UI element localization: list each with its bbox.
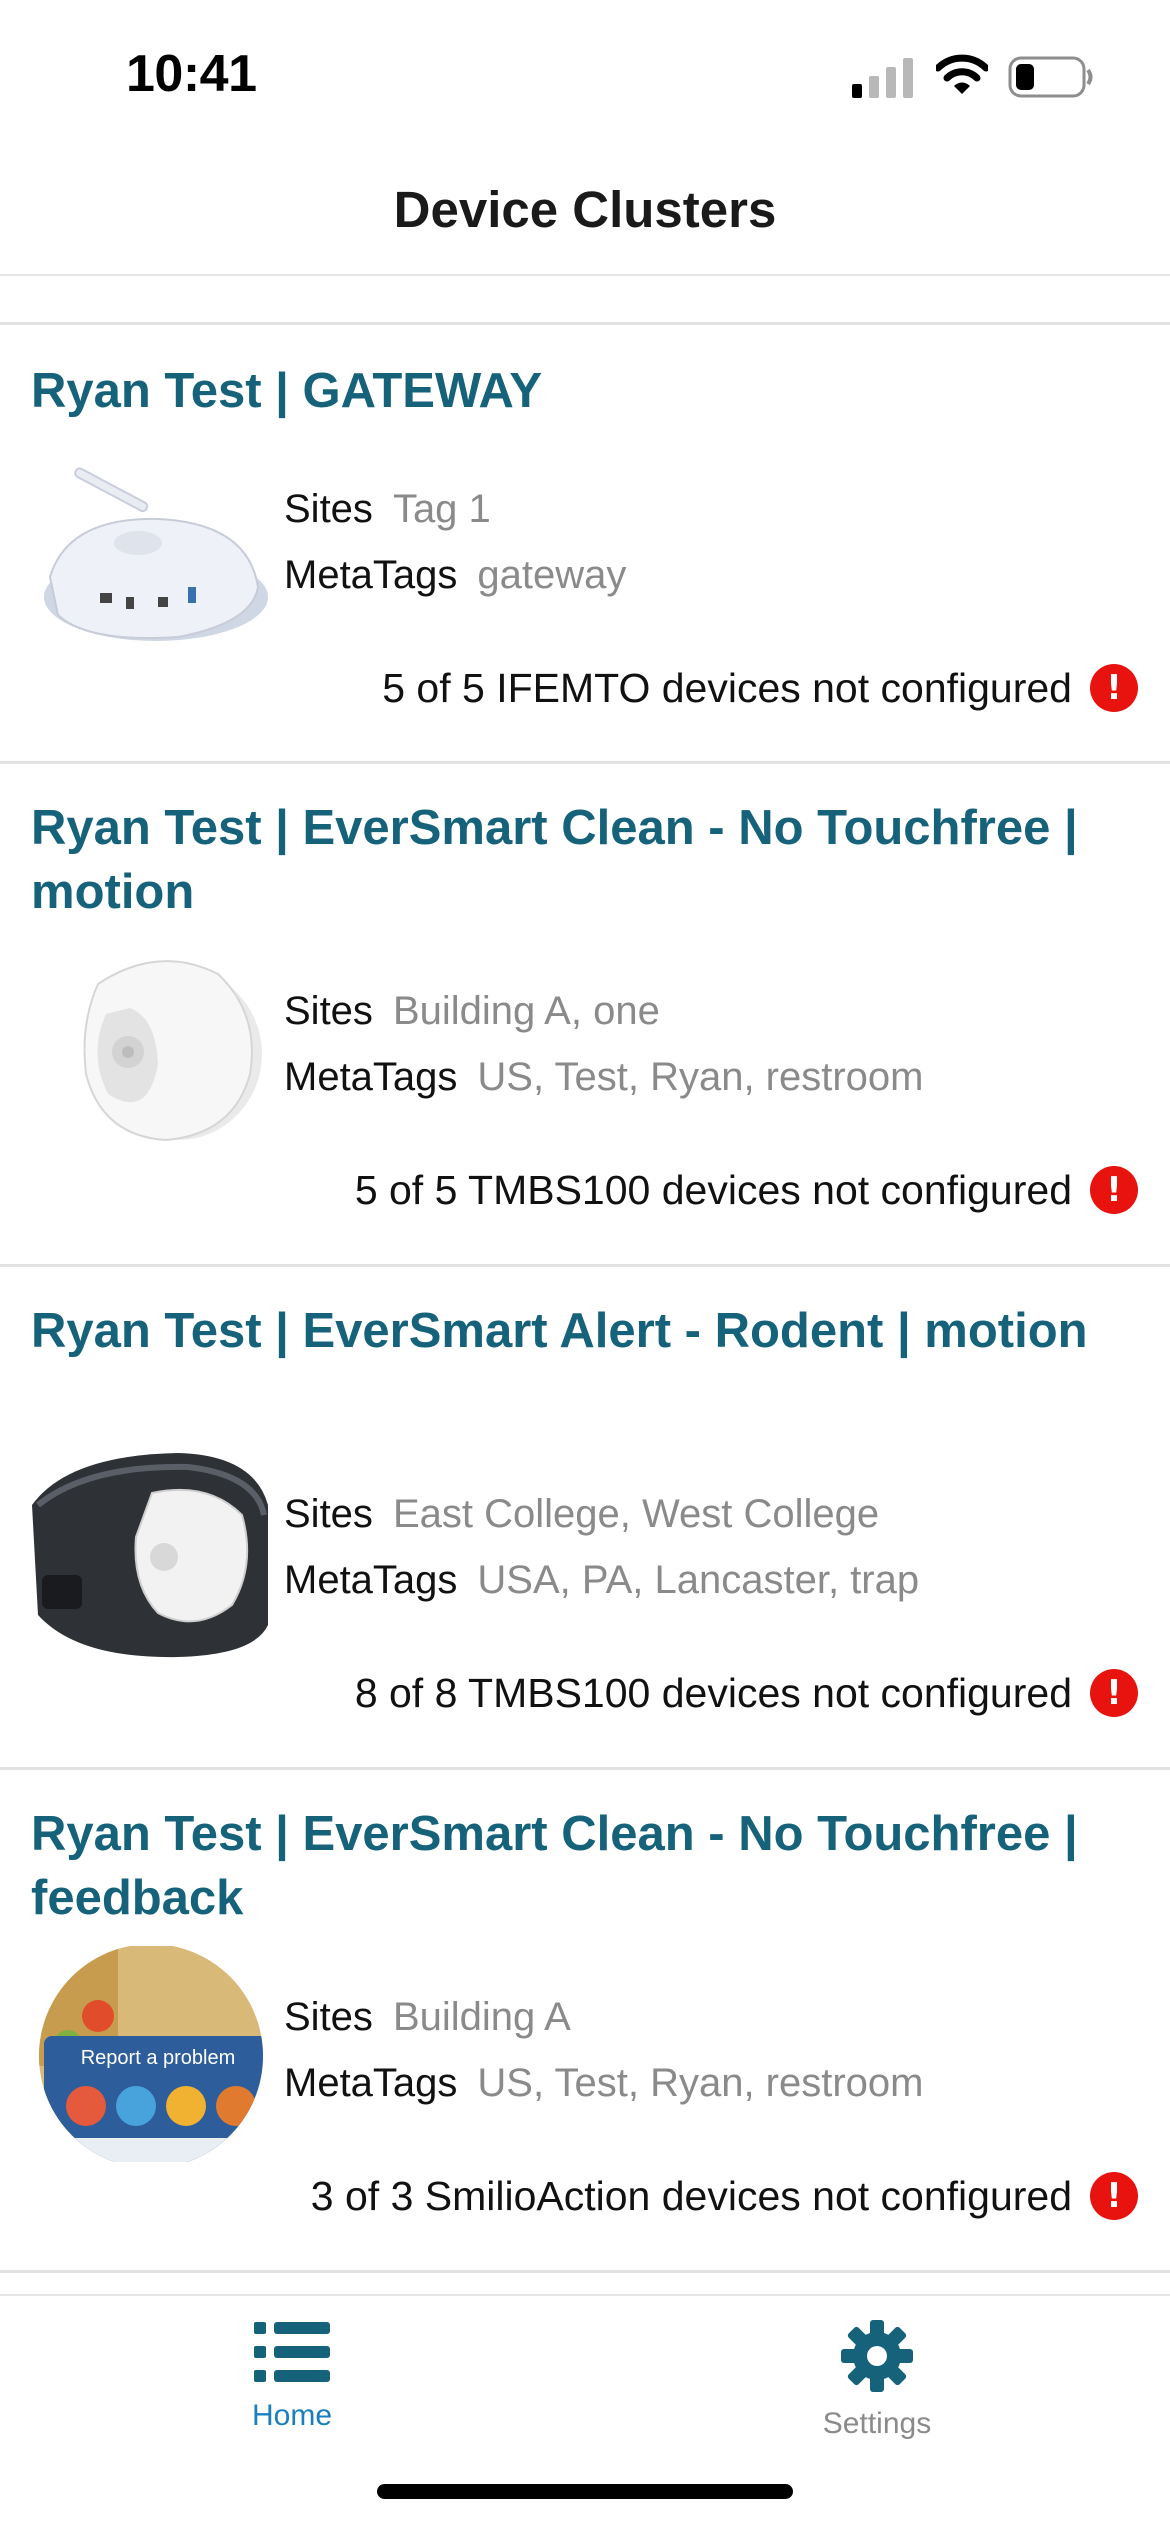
tab-settings[interactable]: Settings: [777, 2320, 977, 2441]
battery-icon: [1008, 56, 1093, 98]
config-status: 8 of 8 TMBS100 devices not configured !: [355, 1667, 1138, 1719]
home-indicator: [377, 2484, 793, 2499]
cluster-title: Ryan Test | GATEWAY: [31, 364, 543, 418]
cluster-card[interactable]: Ryan Test | EverSmart Clean - No Touchfr…: [0, 1770, 1170, 2273]
signal-icon: [852, 58, 913, 98]
alert-icon: !: [1090, 1669, 1138, 1717]
config-status-text: 3 of 3 SmilioAction devices not configur…: [310, 2173, 1072, 2219]
sites-value: Tag 1: [392, 487, 491, 531]
feedback-panel-image: Report a problem: [39, 1946, 263, 2162]
cluster-card[interactable]: Ryan Test | GATEWAY Sites Tag 1 MetaTags g…: [0, 325, 1170, 764]
sites-row: Sites East College, West College: [284, 1489, 879, 1539]
config-status: 5 of 5 IFEMTO devices not configured !: [382, 662, 1138, 714]
alert-icon: !: [1090, 1166, 1138, 1214]
metatags-label: MetaTags: [284, 1055, 458, 1099]
cluster-title: Ryan Test | EverSmart Clean - No Touchfr…: [31, 1807, 1078, 1925]
cluster-title: Ryan Test | EverSmart Clean - No Touchfr…: [31, 801, 1078, 919]
metatags-row: MetaTags US, Test, Ryan, restroom: [284, 1052, 924, 1102]
config-status-text: 5 of 5 IFEMTO devices not configured: [382, 665, 1072, 711]
metatags-row: MetaTags US, Test, Ryan, restroom: [284, 2058, 924, 2108]
sites-row: Sites Building A, one: [284, 986, 660, 1036]
config-status: 3 of 3 SmilioAction devices not configur…: [311, 2170, 1138, 2222]
config-status-text: 8 of 8 TMBS100 devices not configured: [354, 1670, 1072, 1716]
cluster-card[interactable]: Ryan Test | EverSmart Alert - Rodent | m…: [0, 1267, 1170, 1770]
metatags-label: MetaTags: [284, 1558, 458, 1602]
alert-icon: !: [1090, 664, 1138, 712]
sites-row: Sites Building A: [284, 1992, 571, 2042]
tab-settings-label: Settings: [822, 2407, 932, 2440]
alert-icon: !: [1090, 2172, 1138, 2220]
sites-value: Building A: [392, 1995, 571, 2039]
metatags-label: MetaTags: [284, 553, 458, 597]
cluster-card[interactable]: Ryan Test | EverSmart Clean - No Touchfr…: [0, 764, 1170, 1267]
list-icon: [254, 2322, 330, 2382]
sites-row: Sites Tag 1: [284, 484, 491, 534]
page-title: Device Clusters: [393, 181, 777, 238]
metatags-value: US, Test, Ryan, restroom: [477, 2061, 924, 2105]
nav-header: Device Clusters: [0, 150, 1170, 276]
sites-label: Sites: [284, 487, 373, 531]
metatags-row: MetaTags USA, PA, Lancaster, trap: [284, 1555, 919, 1605]
metatags-value: US, Test, Ryan, restroom: [477, 1055, 924, 1099]
gear-icon: [841, 2320, 913, 2392]
metatags-label: MetaTags: [284, 2061, 458, 2105]
cluster-title: Ryan Test | EverSmart Alert - Rodent | m…: [31, 1304, 1088, 1358]
motion-sensor-image: [83, 960, 262, 1142]
feedback-panel-caption: Report a problem: [81, 2047, 236, 2069]
metatags-row: MetaTags gateway: [284, 550, 626, 600]
sites-value: Building A, one: [392, 989, 660, 1033]
gateway-device-image: [44, 467, 268, 641]
cluster-list[interactable]: Ryan Test | GATEWAY Sites Tag 1 MetaTags g…: [0, 322, 1170, 2273]
metatags-value: USA, PA, Lancaster, trap: [477, 1558, 920, 1602]
config-status-text: 5 of 5 TMBS100 devices not configured: [354, 1167, 1072, 1213]
tab-home-label: Home: [251, 2399, 333, 2432]
config-status: 5 of 5 TMBS100 devices not configured !: [355, 1164, 1138, 1216]
tab-home[interactable]: Home: [192, 2320, 392, 2433]
wifi-icon: [936, 54, 988, 94]
sites-label: Sites: [284, 1995, 373, 2039]
status-time: 10:41: [126, 45, 257, 103]
sites-label: Sites: [284, 989, 373, 1033]
status-bar: 10:41: [0, 0, 1170, 150]
rodent-trap-image: [32, 1453, 268, 1658]
sites-label: Sites: [284, 1492, 373, 1536]
sites-value: East College, West College: [392, 1492, 880, 1536]
metatags-value: gateway: [477, 553, 627, 597]
